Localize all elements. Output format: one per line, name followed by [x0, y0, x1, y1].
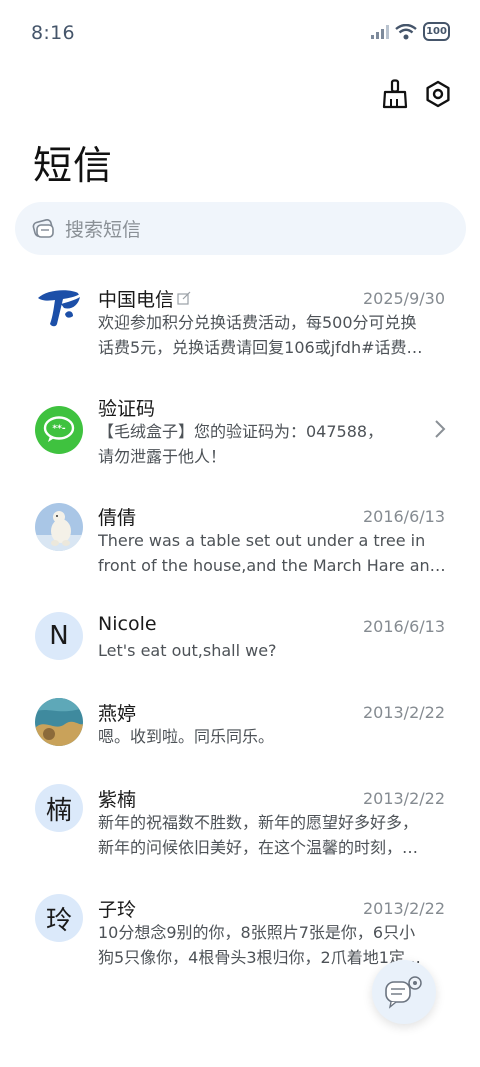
signal-icon — [371, 24, 389, 39]
polar-bear-photo-icon — [35, 503, 83, 551]
compose-button[interactable] — [372, 960, 436, 1024]
conversation-name: 倩倩 — [98, 507, 137, 529]
status-time: 8:16 — [31, 22, 75, 44]
conversation-item[interactable]: 中国电信 2025/9/30 欢迎参加积分兑换话费活动，每500分可兑换 话费5… — [0, 272, 480, 372]
conversation-date: 2013/2/22 — [362, 789, 445, 808]
status-bar: 8:16 100 — [0, 0, 480, 68]
message-bubble-icon: **- — [43, 416, 75, 442]
clean-button[interactable] — [379, 78, 411, 110]
svg-text:**-: **- — [52, 424, 65, 434]
chevron-right-icon — [435, 420, 446, 438]
search-icon — [32, 218, 54, 238]
conversation-preview: 新年的祝福数不胜数，新年的愿望好多好多， 新年的问候依旧美好，在这个温馨的时刻，… — [98, 810, 446, 860]
conversation-preview: Let's eat out,shall we? — [98, 638, 446, 663]
preview-line-1: 新年的祝福数不胜数，新年的愿望好多好多， — [98, 813, 419, 832]
conversation-item[interactable]: N Nicole 2016/6/13 Let's eat out,shall w… — [0, 600, 480, 700]
avatar: **- — [35, 406, 83, 454]
conversation-preview: There was a table set out under a tree i… — [98, 528, 446, 578]
preview-line-2: 请勿泄露于他人！ — [98, 447, 227, 466]
avatar-photo — [35, 698, 83, 746]
preview-line-1: 欢迎参加积分兑换话费活动，每500分可兑换 — [98, 313, 417, 332]
preview-line-1: Let's eat out,shall we? — [98, 641, 277, 660]
conversation-name: 子玲 — [98, 899, 137, 921]
china-telecom-logo-icon — [38, 290, 80, 327]
edit-icon — [177, 291, 191, 305]
conversation-date: 2013/2/22 — [362, 899, 445, 918]
avatar-photo — [35, 503, 83, 551]
preview-line-2: 话费5元，兑换话费请回复106或jfdh#话费… — [98, 338, 423, 357]
conversation-item[interactable]: 楠 紫楠 2013/2/22 新年的祝福数不胜数，新年的愿望好多好多， 新年的问… — [0, 772, 480, 872]
conversation-preview: 【毛绒盒子】您的验证码为：047588， 请勿泄露于他人！ — [98, 419, 418, 469]
conversation-item[interactable]: 倩倩 2016/6/13 There was a table set out u… — [0, 490, 480, 590]
conversation-preview: 嗯。收到啦。同乐同乐。 — [98, 724, 446, 749]
conversation-item[interactable]: 燕婷 2013/2/22 嗯。收到啦。同乐同乐。 — [0, 686, 480, 786]
conversation-date: 2013/2/22 — [362, 703, 445, 722]
compose-icon — [385, 976, 422, 1009]
conversation-name: Nicole — [98, 613, 157, 635]
broom-icon — [382, 79, 408, 109]
search-input[interactable]: 搜索短信 — [15, 202, 466, 255]
conversation-date: 2016/6/13 — [362, 617, 445, 636]
conversation-name: 燕婷 — [98, 703, 137, 725]
avatar-initial: 玲 — [35, 894, 83, 942]
battery-icon: 100 — [423, 22, 450, 41]
wifi-icon — [395, 23, 417, 39]
conversation-date: 2016/6/13 — [362, 507, 445, 526]
avatar-initial: N — [35, 612, 83, 660]
conversation-name: 紫楠 — [98, 789, 137, 811]
conversation-date: 2025/9/30 — [362, 289, 445, 308]
page-title: 短信 — [33, 144, 114, 189]
preview-line-1: 嗯。收到啦。同乐同乐。 — [98, 727, 275, 746]
preview-line-1: There was a table set out under a tree i… — [98, 531, 426, 550]
conversation-preview: 欢迎参加积分兑换话费活动，每500分可兑换 话费5元，兑换话费请回复106或jf… — [98, 310, 446, 360]
search-placeholder: 搜索短信 — [65, 219, 142, 241]
conversation-item[interactable]: **- 验证码 【毛绒盒子】您的验证码为：047588， 请勿泄露于他人！ — [0, 381, 480, 481]
settings-button[interactable] — [422, 78, 454, 110]
avatar — [35, 284, 83, 332]
preview-line-1: 【毛绒盒子】您的验证码为：047588， — [98, 422, 384, 441]
preview-line-2: front of the house,and the March Hare an… — [98, 556, 446, 575]
conversation-name: 验证码 — [98, 398, 156, 420]
conversation-name: 中国电信 — [98, 285, 191, 312]
settings-icon — [426, 80, 450, 108]
preview-line-1: 10分想念9别的你，8张照片7张是你，6只小 — [98, 923, 416, 942]
status-icons: 100 — [371, 22, 450, 41]
preview-line-2: 新年的问候依旧美好，在这个温馨的时刻，… — [98, 838, 419, 857]
landscape-photo-icon — [35, 698, 83, 746]
avatar-initial: 楠 — [35, 784, 83, 832]
